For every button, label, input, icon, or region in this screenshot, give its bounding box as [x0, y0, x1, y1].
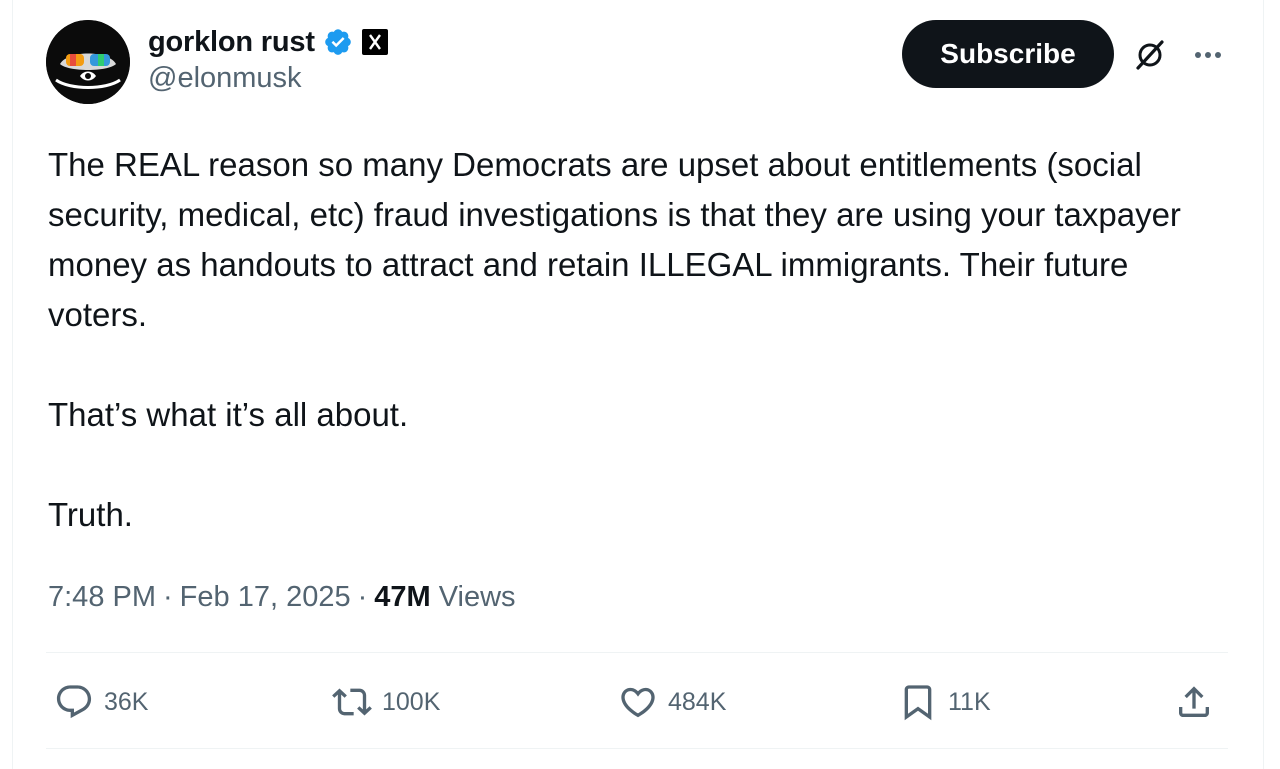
- share-button[interactable]: [1174, 680, 1214, 724]
- reply-count: 36K: [104, 687, 149, 716]
- subscribe-button[interactable]: Subscribe: [902, 20, 1114, 88]
- more-icon[interactable]: [1190, 37, 1226, 73]
- like-button[interactable]: 484K: [618, 680, 726, 724]
- heart-icon: [621, 687, 655, 718]
- bookmark-icon: [904, 685, 932, 721]
- repost-icon: [332, 688, 372, 716]
- verified-badge-icon[interactable]: [323, 27, 353, 57]
- views-count: 47M: [374, 580, 431, 613]
- meta-separator: ·: [163, 580, 173, 613]
- reply-button[interactable]: 36K: [54, 680, 148, 724]
- reply-icon: [56, 685, 92, 719]
- author-name-row: gorklon rust: [148, 22, 389, 62]
- x-affiliate-badge-icon[interactable]: [361, 28, 389, 56]
- tweet-time[interactable]: 7:48 PM: [48, 581, 156, 614]
- tweet-paragraph: Truth.: [48, 496, 133, 533]
- views-label: Views: [438, 580, 516, 613]
- repost-count: 100K: [382, 687, 441, 716]
- tweet-meta: 7:48 PM · Feb 17, 2025 · 47M Views: [48, 574, 516, 620]
- avatar-image: [46, 20, 130, 104]
- grok-icon[interactable]: [1132, 37, 1168, 73]
- author-display-name[interactable]: gorklon rust: [148, 26, 315, 59]
- tweet-paragraph: The REAL reason so many Democrats are up…: [48, 146, 1181, 333]
- avatar[interactable]: [46, 20, 130, 104]
- share-icon: [1179, 686, 1209, 717]
- tweet-date[interactable]: Feb 17, 2025: [180, 581, 351, 614]
- bookmark-count: 11K: [948, 687, 991, 716]
- tweet-text: The REAL reason so many Democrats are up…: [48, 140, 1218, 540]
- meta-separator: ·: [357, 580, 368, 613]
- divider: [46, 652, 1228, 653]
- bookmark-button[interactable]: 11K: [898, 680, 991, 724]
- like-count: 484K: [668, 687, 727, 716]
- author-handle[interactable]: @elonmusk: [148, 62, 302, 95]
- divider: [46, 748, 1228, 749]
- repost-button[interactable]: 100K: [332, 680, 440, 724]
- tweet-paragraph: That’s what it’s all about.: [48, 396, 409, 433]
